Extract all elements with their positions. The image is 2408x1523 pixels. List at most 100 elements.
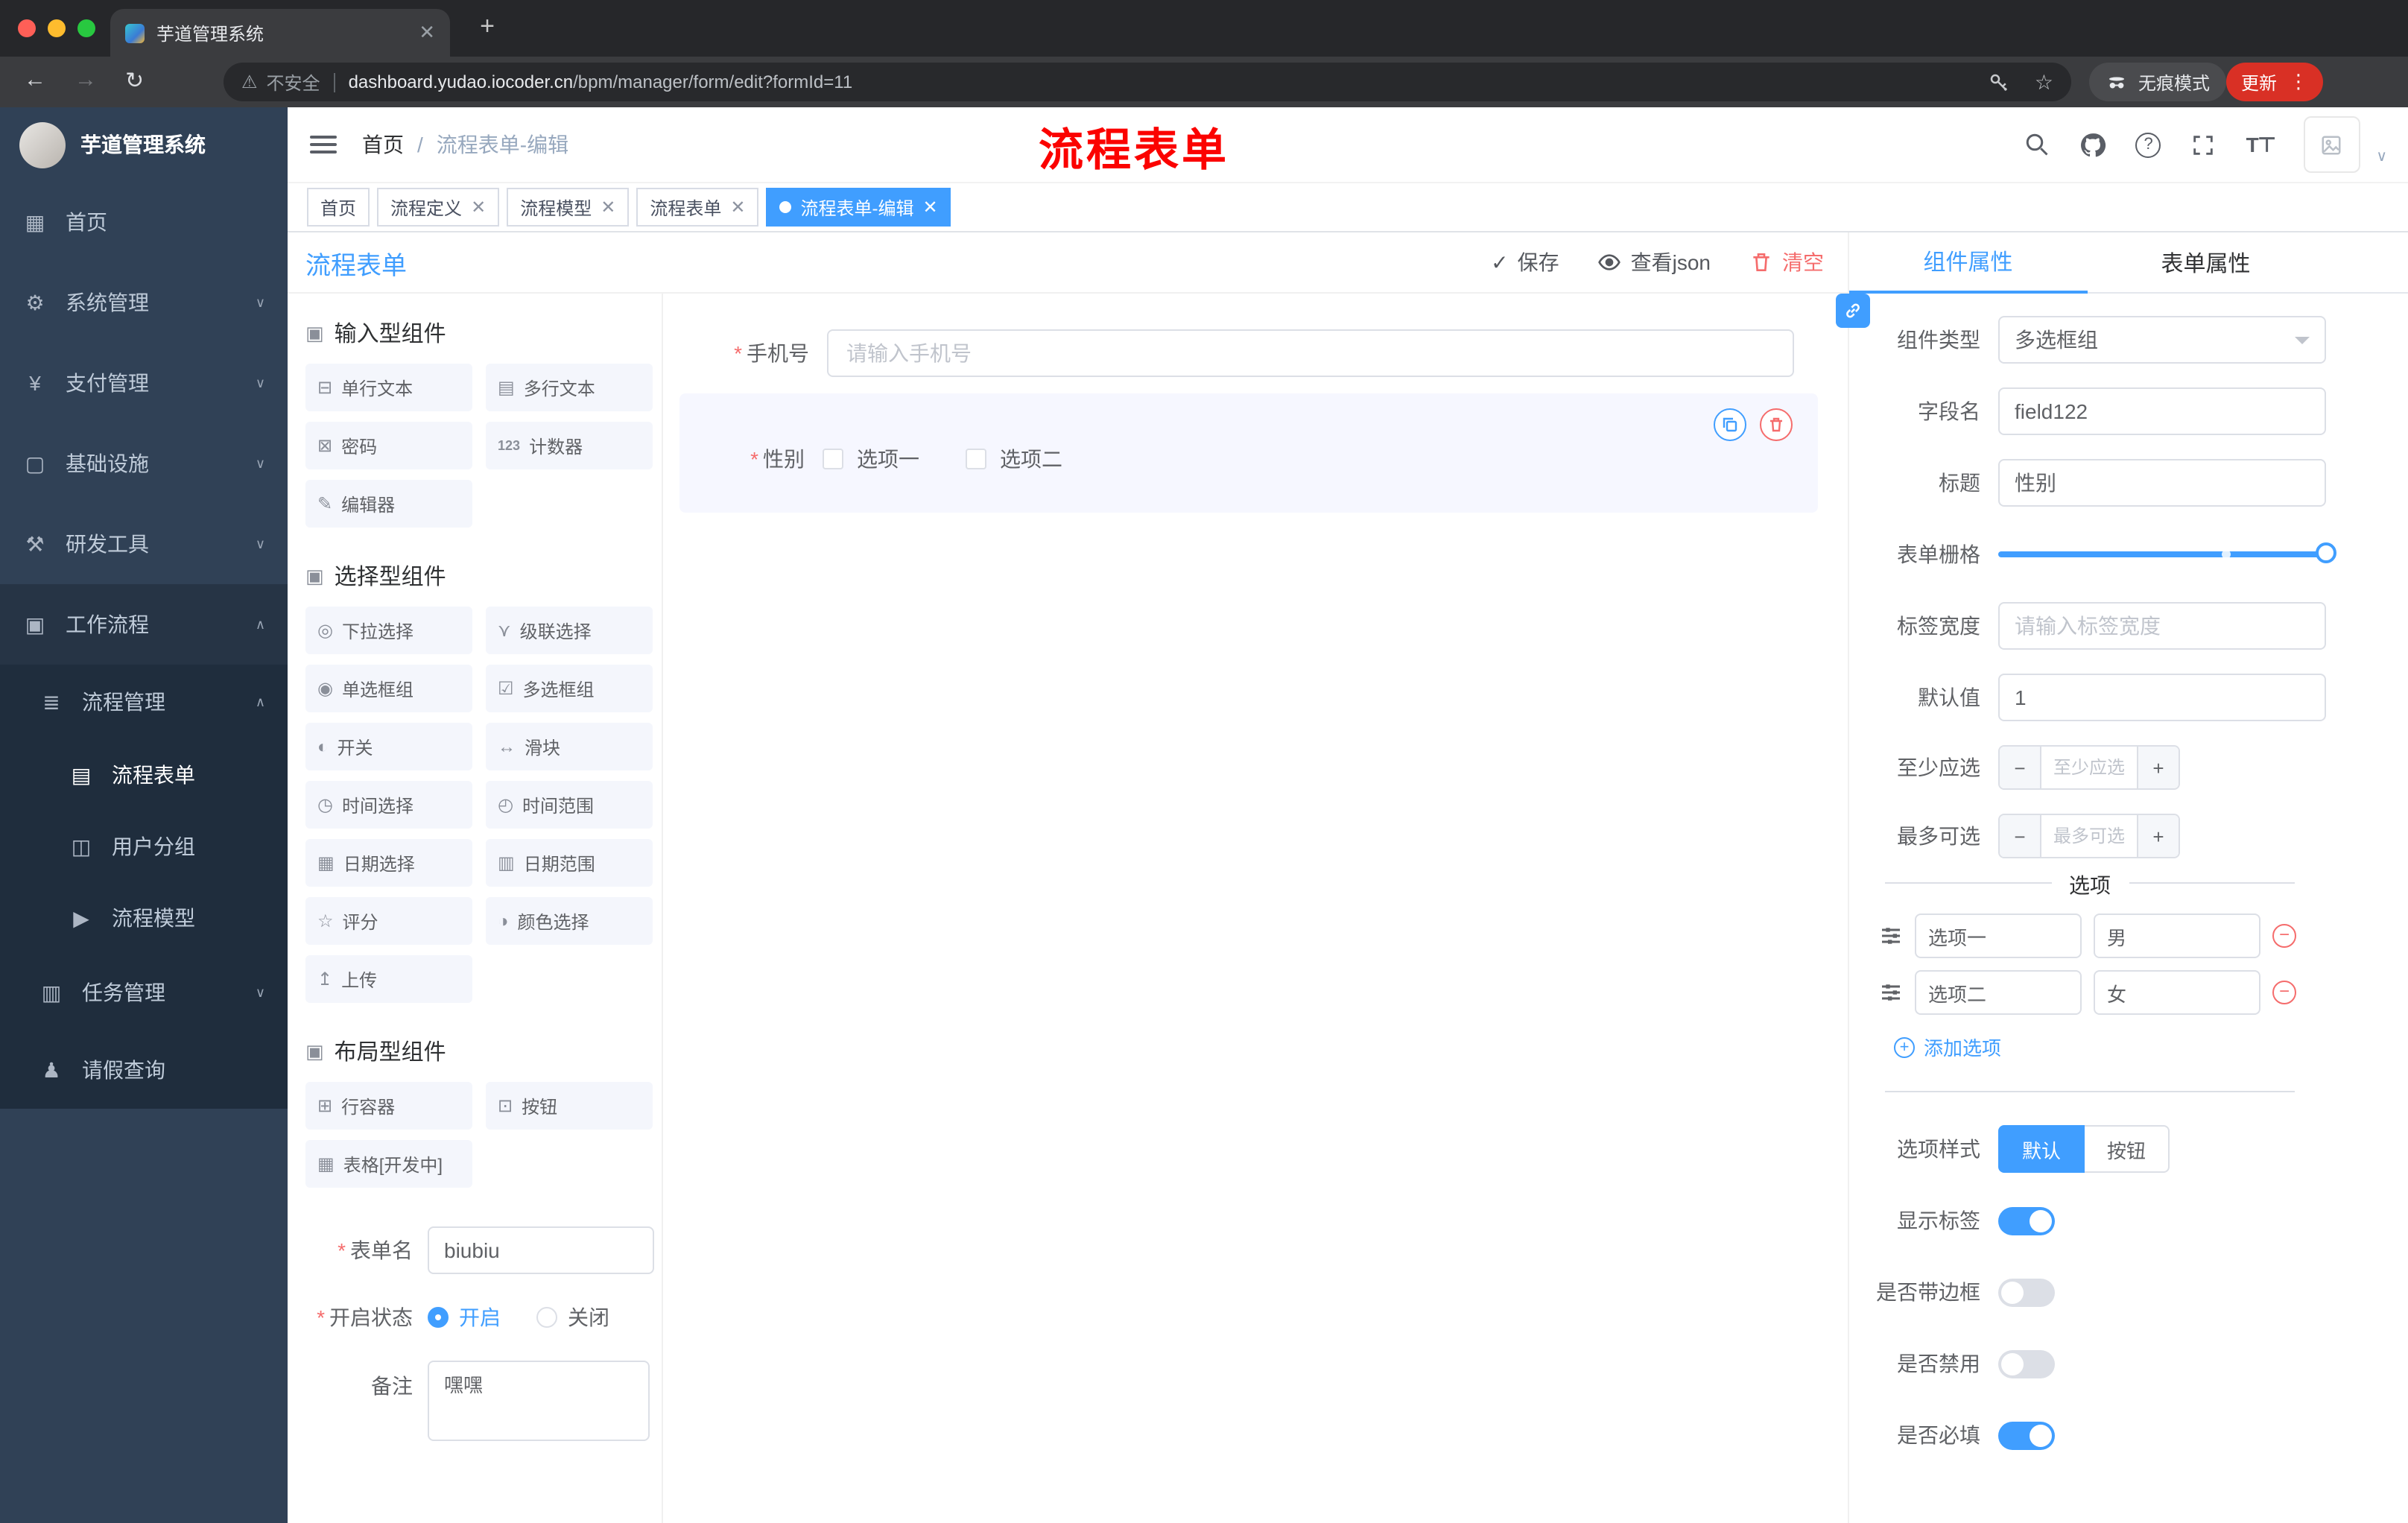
component-button[interactable]: ⊡ 按钮 bbox=[486, 1082, 653, 1130]
tab-component-props[interactable]: 组件属性 bbox=[1849, 232, 2087, 294]
tag-process-form[interactable]: 流程表单 ✕ bbox=[636, 188, 759, 227]
grid-slider[interactable] bbox=[1998, 531, 2336, 578]
traffic-light-close[interactable] bbox=[18, 19, 36, 37]
gender-option-2[interactable]: 选项二 bbox=[966, 444, 1062, 474]
minus-button[interactable]: − bbox=[2000, 747, 2041, 788]
tab-close-icon[interactable]: ✕ bbox=[419, 21, 435, 45]
style-default-button[interactable]: 默认 bbox=[1998, 1125, 2085, 1173]
component-date-picker[interactable]: ▦ 日期选择 bbox=[305, 839, 472, 887]
sidebar-item-user-group[interactable]: ◫ 用户分组 bbox=[0, 811, 288, 882]
sidebar-item-process-form[interactable]: ▤ 流程表单 bbox=[0, 739, 288, 811]
tag-process-definition[interactable]: 流程定义 ✕ bbox=[377, 188, 500, 227]
sidebar-item-infrastructure[interactable]: ▢ 基础设施 ∨ bbox=[0, 423, 288, 504]
sidebar-item-leave-query[interactable]: ♟ 请假查询 bbox=[0, 1031, 288, 1109]
status-closed-radio[interactable]: 关闭 bbox=[536, 1302, 609, 1332]
help-icon[interactable]: ? bbox=[2135, 132, 2161, 157]
search-icon[interactable] bbox=[2023, 130, 2051, 159]
save-button[interactable]: ✓ 保存 bbox=[1491, 247, 1559, 277]
sidebar-item-workflow[interactable]: ▣ 工作流程 ∧ bbox=[0, 584, 288, 665]
disabled-toggle[interactable] bbox=[1998, 1349, 2055, 1378]
drag-handle-icon[interactable] bbox=[1879, 924, 1903, 948]
component-cascader[interactable]: ⋎ 级联选择 bbox=[486, 607, 653, 654]
min-select-input[interactable] bbox=[2041, 747, 2137, 788]
option-label-input[interactable] bbox=[1915, 970, 2082, 1015]
phone-input[interactable] bbox=[827, 329, 1794, 377]
sidebar-logo[interactable]: 芋道管理系统 bbox=[0, 107, 288, 182]
component-time-range[interactable]: ◴ 时间范围 bbox=[486, 781, 653, 829]
option-value-input[interactable] bbox=[2094, 914, 2260, 958]
slider-handle[interactable] bbox=[2316, 542, 2336, 563]
component-counter[interactable]: 123 计数器 bbox=[486, 422, 653, 469]
tab-form-props[interactable]: 表单属性 bbox=[2087, 232, 2325, 292]
component-switch[interactable]: ◐ 开关 bbox=[305, 723, 472, 770]
title-input[interactable] bbox=[1998, 459, 2326, 507]
fullscreen-icon[interactable] bbox=[2190, 130, 2218, 159]
component-single-line-text[interactable]: ⊟ 单行文本 bbox=[305, 364, 472, 411]
clear-button[interactable]: 清空 bbox=[1749, 247, 1824, 277]
hamburger-button[interactable] bbox=[310, 136, 337, 153]
border-toggle[interactable] bbox=[1998, 1278, 2055, 1306]
close-icon[interactable]: ✕ bbox=[471, 197, 486, 218]
sidebar-item-system[interactable]: ⚙ 系统管理 ∨ bbox=[0, 262, 288, 343]
browser-update-button[interactable]: 更新 ⋮ bbox=[2226, 63, 2324, 101]
sidebar-item-task-management[interactable]: ▥ 任务管理 ∨ bbox=[0, 954, 288, 1031]
field-name-input[interactable] bbox=[1998, 387, 2326, 435]
plus-button[interactable]: + bbox=[2137, 815, 2179, 857]
show-label-toggle[interactable] bbox=[1998, 1206, 2055, 1235]
browser-menu-icon[interactable]: ⋮ bbox=[2289, 70, 2308, 94]
component-password[interactable]: ⊠ 密码 bbox=[305, 422, 472, 469]
component-date-range[interactable]: ▥ 日期范围 bbox=[486, 839, 653, 887]
back-button[interactable]: ← bbox=[24, 67, 46, 92]
component-select[interactable]: ◎ 下拉选择 bbox=[305, 607, 472, 654]
bookmark-star-icon[interactable]: ☆ bbox=[2035, 69, 2053, 95]
copy-component-button[interactable] bbox=[1714, 408, 1746, 441]
component-upload[interactable]: ↥ 上传 bbox=[305, 955, 472, 1003]
new-tab-button[interactable]: + bbox=[471, 12, 504, 42]
status-open-radio[interactable]: 开启 bbox=[428, 1302, 501, 1332]
remark-textarea[interactable]: 嘿嘿 bbox=[428, 1361, 650, 1441]
drag-handle-icon[interactable] bbox=[1879, 981, 1903, 1004]
checkbox[interactable] bbox=[823, 449, 843, 469]
form-name-input[interactable] bbox=[428, 1226, 654, 1274]
browser-tab[interactable]: 芋道管理系统 ✕ bbox=[110, 9, 450, 57]
sidebar-item-devtools[interactable]: ⚒ 研发工具 ∨ bbox=[0, 504, 288, 584]
password-key-icon[interactable] bbox=[1986, 68, 2014, 96]
phone-field[interactable]: * 手机号 bbox=[681, 329, 1794, 377]
sidebar-item-payment[interactable]: ¥ 支付管理 ∨ bbox=[0, 343, 288, 423]
gender-option-1[interactable]: 选项一 bbox=[823, 444, 919, 474]
checkbox[interactable] bbox=[966, 449, 986, 469]
avatar-chevron-down-icon[interactable]: ∨ bbox=[2376, 148, 2387, 165]
github-icon[interactable] bbox=[2079, 130, 2108, 159]
sidebar-item-process-management[interactable]: ≣ 流程管理 ∧ bbox=[0, 665, 288, 739]
address-bar[interactable]: ⚠ 不安全 dashboard.yudao.iocoder.cn /bpm/ma… bbox=[224, 63, 2071, 101]
add-option-button[interactable]: + 添加选项 bbox=[1894, 1033, 2408, 1061]
close-icon[interactable]: ✕ bbox=[601, 197, 615, 218]
component-rate[interactable]: ☆ 评分 bbox=[305, 897, 472, 945]
component-time-picker[interactable]: ◷ 时间选择 bbox=[305, 781, 472, 829]
sidebar-item-home[interactable]: ▦ 首页 bbox=[0, 182, 288, 262]
tag-home[interactable]: 首页 bbox=[307, 188, 370, 227]
style-button-button[interactable]: 按钮 bbox=[2085, 1125, 2170, 1173]
required-toggle[interactable] bbox=[1998, 1421, 2055, 1449]
traffic-light-zoom[interactable] bbox=[77, 19, 95, 37]
option-label-input[interactable] bbox=[1915, 914, 2082, 958]
component-slider[interactable]: ↔ 滑块 bbox=[486, 723, 653, 770]
component-row-container[interactable]: ⊞ 行容器 bbox=[305, 1082, 472, 1130]
traffic-light-minimize[interactable] bbox=[48, 19, 66, 37]
default-value-input[interactable] bbox=[1998, 674, 2326, 721]
tag-process-model[interactable]: 流程模型 ✕ bbox=[507, 188, 630, 227]
plus-button[interactable]: + bbox=[2137, 747, 2179, 788]
minus-button[interactable]: − bbox=[2000, 815, 2041, 857]
link-badge[interactable] bbox=[1836, 294, 1870, 328]
remove-option-button[interactable]: − bbox=[2272, 981, 2296, 1004]
label-width-input[interactable] bbox=[1998, 602, 2326, 650]
user-avatar[interactable] bbox=[2303, 116, 2360, 173]
selected-component[interactable]: * 性别 选项一 选项二 bbox=[679, 393, 1818, 513]
view-json-button[interactable]: 查看json bbox=[1598, 247, 1711, 277]
breadcrumb-home[interactable]: 首页 bbox=[362, 130, 404, 159]
sidebar-item-process-model[interactable]: ▶ 流程模型 bbox=[0, 882, 288, 954]
component-table[interactable]: ▦ 表格[开发中] bbox=[305, 1140, 472, 1188]
font-size-icon[interactable]: T⊤ bbox=[2246, 132, 2277, 157]
component-checkbox-group[interactable]: ☑ 多选框组 bbox=[486, 665, 653, 712]
close-icon[interactable]: ✕ bbox=[730, 197, 745, 218]
